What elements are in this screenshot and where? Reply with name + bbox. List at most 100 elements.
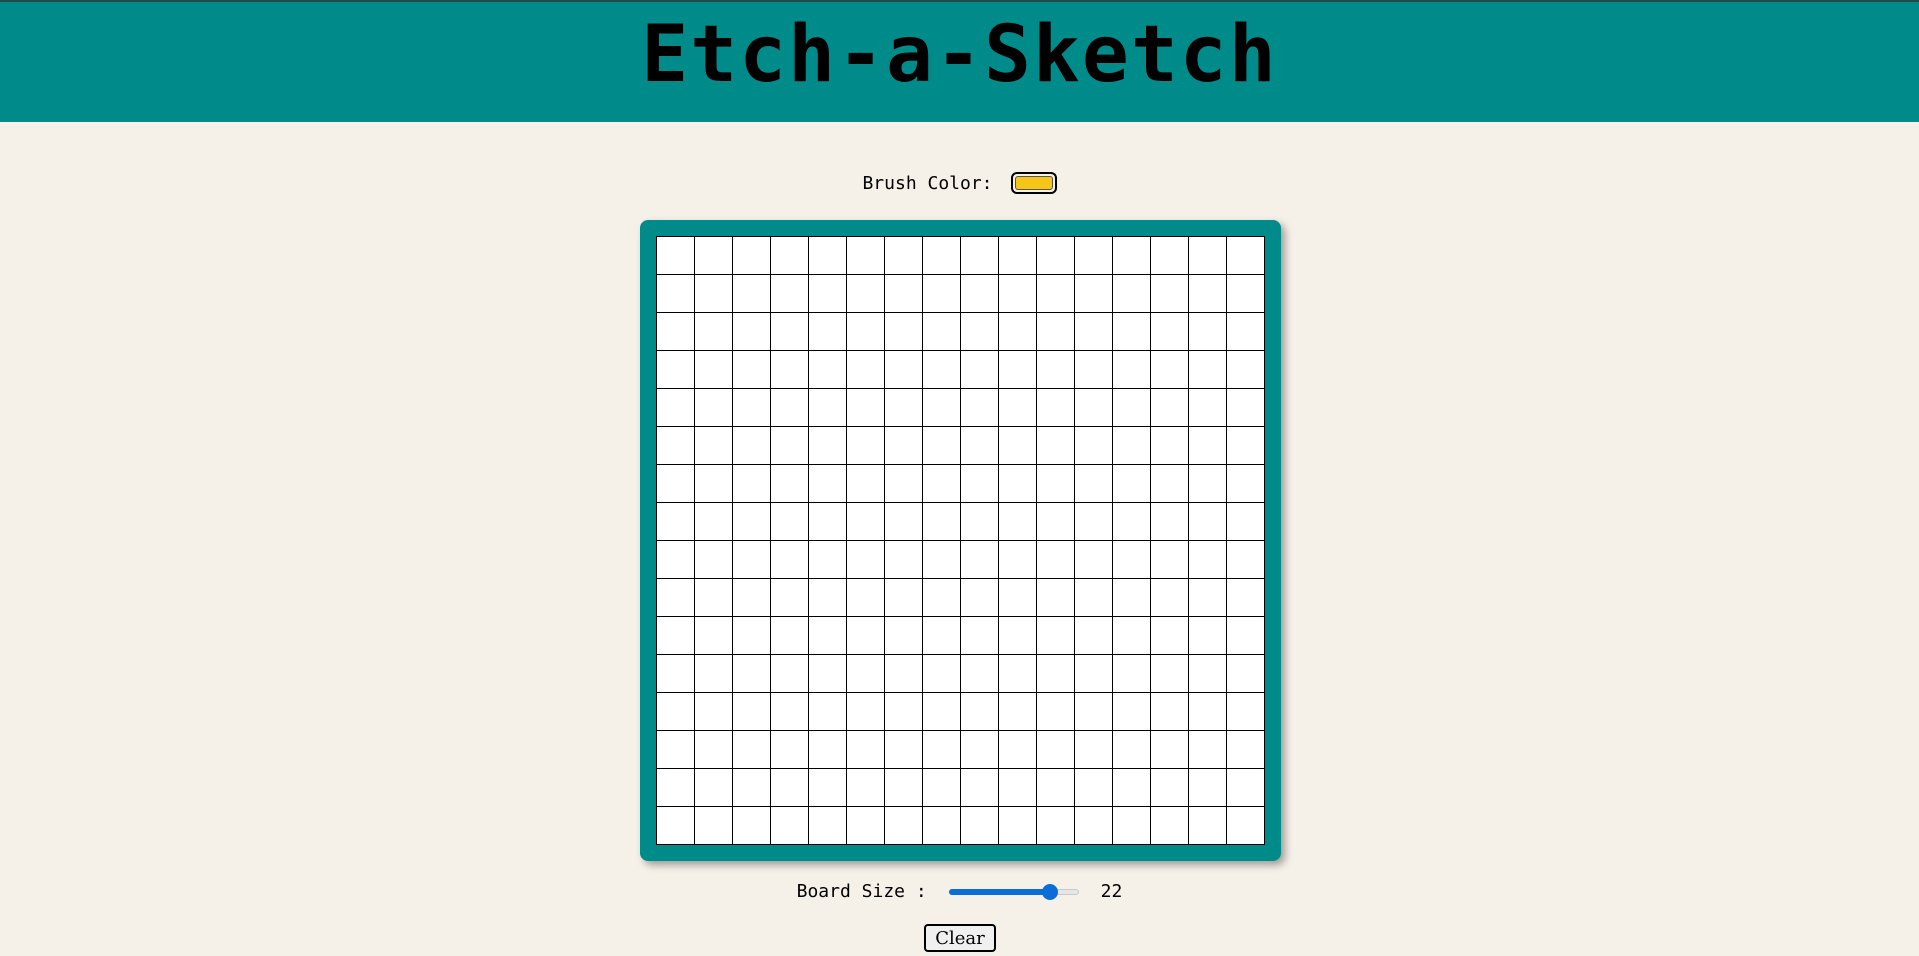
board-cell[interactable] — [1037, 655, 1075, 693]
board-cell[interactable] — [961, 541, 999, 579]
board-cell[interactable] — [771, 275, 809, 313]
board-cell[interactable] — [657, 351, 695, 389]
board-cell[interactable] — [999, 313, 1037, 351]
board-cell[interactable] — [999, 275, 1037, 313]
board-cell[interactable] — [999, 731, 1037, 769]
board-cell[interactable] — [923, 313, 961, 351]
board-cell[interactable] — [847, 389, 885, 427]
board-cell[interactable] — [771, 389, 809, 427]
board-cell[interactable] — [961, 351, 999, 389]
board-cell[interactable] — [1227, 237, 1265, 275]
board-cell[interactable] — [1037, 693, 1075, 731]
board-cell[interactable] — [1037, 731, 1075, 769]
board-cell[interactable] — [1189, 275, 1227, 313]
board-cell[interactable] — [657, 617, 695, 655]
board-cell[interactable] — [733, 541, 771, 579]
board-cell[interactable] — [885, 541, 923, 579]
board-cell[interactable] — [1037, 503, 1075, 541]
board-cell[interactable] — [961, 769, 999, 807]
board-cell[interactable] — [1075, 503, 1113, 541]
board-cell[interactable] — [657, 237, 695, 275]
board-cell[interactable] — [961, 579, 999, 617]
board-cell[interactable] — [999, 541, 1037, 579]
board-cell[interactable] — [695, 465, 733, 503]
board-cell[interactable] — [847, 807, 885, 845]
board-cell[interactable] — [657, 313, 695, 351]
board-cell[interactable] — [1227, 427, 1265, 465]
board-cell[interactable] — [923, 503, 961, 541]
board-cell[interactable] — [847, 503, 885, 541]
board-cell[interactable] — [1113, 313, 1151, 351]
board-cell[interactable] — [809, 351, 847, 389]
slider-thumb[interactable] — [1042, 883, 1059, 900]
board-cell[interactable] — [999, 617, 1037, 655]
board-cell[interactable] — [809, 655, 847, 693]
board-cell[interactable] — [657, 693, 695, 731]
board-cell[interactable] — [733, 313, 771, 351]
board-cell[interactable] — [1227, 579, 1265, 617]
board-cell[interactable] — [1151, 617, 1189, 655]
board-cell[interactable] — [733, 389, 771, 427]
board-cell[interactable] — [1037, 541, 1075, 579]
board-cell[interactable] — [1227, 655, 1265, 693]
board-cell[interactable] — [885, 313, 923, 351]
board-cell[interactable] — [885, 427, 923, 465]
board-cell[interactable] — [1227, 275, 1265, 313]
board-cell[interactable] — [1075, 313, 1113, 351]
board-cell[interactable] — [1113, 617, 1151, 655]
board-cell[interactable] — [885, 655, 923, 693]
board-cell[interactable] — [885, 275, 923, 313]
board-cell[interactable] — [847, 313, 885, 351]
board-cell[interactable] — [695, 617, 733, 655]
board-cell[interactable] — [847, 731, 885, 769]
board-cell[interactable] — [809, 579, 847, 617]
board-cell[interactable] — [1151, 389, 1189, 427]
board-cell[interactable] — [657, 541, 695, 579]
board-cell[interactable] — [1189, 807, 1227, 845]
board-cell[interactable] — [733, 617, 771, 655]
board-cell[interactable] — [847, 351, 885, 389]
board-cell[interactable] — [961, 427, 999, 465]
board-cell[interactable] — [771, 313, 809, 351]
board-cell[interactable] — [923, 617, 961, 655]
board-cell[interactable] — [695, 655, 733, 693]
board-cell[interactable] — [657, 807, 695, 845]
board-cell[interactable] — [923, 655, 961, 693]
board-cell[interactable] — [1075, 389, 1113, 427]
board-cell[interactable] — [999, 389, 1037, 427]
board-cell[interactable] — [771, 465, 809, 503]
board-cell[interactable] — [847, 617, 885, 655]
board-cell[interactable] — [1075, 275, 1113, 313]
board-cell[interactable] — [1189, 617, 1227, 655]
board-cell[interactable] — [1227, 313, 1265, 351]
board-cell[interactable] — [1189, 503, 1227, 541]
board-cell[interactable] — [771, 351, 809, 389]
board-cell[interactable] — [999, 807, 1037, 845]
board-cell[interactable] — [1037, 389, 1075, 427]
brush-color-picker[interactable] — [1010, 172, 1057, 194]
board-cell[interactable] — [733, 351, 771, 389]
board-cell[interactable] — [1037, 465, 1075, 503]
board-cell[interactable] — [809, 769, 847, 807]
board-cell[interactable] — [1189, 389, 1227, 427]
board-cell[interactable] — [1037, 617, 1075, 655]
board-cell[interactable] — [733, 503, 771, 541]
board-cell[interactable] — [923, 465, 961, 503]
board-cell[interactable] — [885, 503, 923, 541]
board-cell[interactable] — [1189, 351, 1227, 389]
board-cell[interactable] — [961, 731, 999, 769]
board-cell[interactable] — [961, 465, 999, 503]
board-cell[interactable] — [1075, 617, 1113, 655]
board-cell[interactable] — [1227, 541, 1265, 579]
board-cell[interactable] — [733, 731, 771, 769]
board-cell[interactable] — [771, 731, 809, 769]
board-cell[interactable] — [1151, 351, 1189, 389]
board-cell[interactable] — [847, 237, 885, 275]
clear-button[interactable]: Clear — [924, 924, 996, 952]
board-cell[interactable] — [695, 351, 733, 389]
board-cell[interactable] — [1075, 655, 1113, 693]
board-cell[interactable] — [1113, 465, 1151, 503]
board-cell[interactable] — [1113, 655, 1151, 693]
board-cell[interactable] — [657, 427, 695, 465]
board-cell[interactable] — [695, 807, 733, 845]
